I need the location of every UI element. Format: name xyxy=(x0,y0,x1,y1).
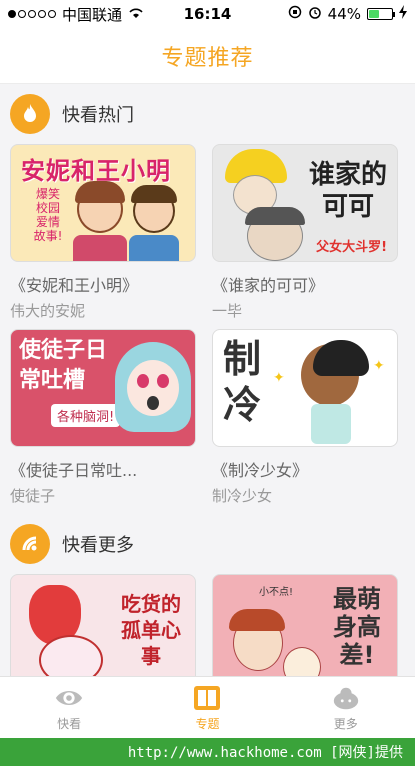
character-body xyxy=(129,235,179,261)
topic-name: 《安妮和王小明》 xyxy=(10,276,139,295)
signal-icon xyxy=(8,10,56,18)
cover-title-text: 制冷 xyxy=(222,337,261,427)
character-hair xyxy=(229,609,285,631)
alarm-icon xyxy=(308,5,322,23)
topic-card[interactable]: 制冷 ✦ ✦ 《制冷少女》 制冷少女 xyxy=(212,329,398,506)
topic-card[interactable]: 吃货的孤单心事 xyxy=(10,574,196,676)
character-body xyxy=(73,235,127,261)
character-hair xyxy=(131,185,177,203)
tab-kuaikan[interactable]: 快看 xyxy=(19,683,119,732)
section-title: 快看更多 xyxy=(62,535,134,556)
cover-title: 制冷 xyxy=(219,336,265,428)
lock-rotation-icon xyxy=(288,5,302,23)
topic-name: 《使徒子日常吐... xyxy=(10,461,138,480)
status-bar: 中国联通 16:14 44% xyxy=(0,0,415,28)
watermark-banner: http://www.hackhome.com [网侠]提供 xyxy=(0,738,415,766)
cover-subtitle: 小不点! xyxy=(259,587,294,598)
wifi-icon xyxy=(128,5,144,23)
section-header-hot: 快看热门 xyxy=(0,84,415,144)
content-area[interactable]: 快看热门 安妮和王小明 爆笑校园爱情故事! 《安妮和王小明》 伟大的安妮 谁家的… xyxy=(0,84,415,676)
nav-bar: 专题推荐 xyxy=(0,28,415,84)
character-eye xyxy=(157,374,169,388)
charging-icon xyxy=(399,5,407,23)
topic-cover[interactable]: 小不点! 最萌身高差! xyxy=(212,574,398,676)
cloud-icon xyxy=(331,683,361,713)
signal-waves-icon xyxy=(10,524,50,564)
character-hair xyxy=(245,207,305,225)
character-body xyxy=(311,404,351,444)
battery-icon xyxy=(367,8,395,20)
topic-author: 伟大的安妮 xyxy=(10,302,86,320)
cover-title: 吃货的孤单心事 xyxy=(121,592,181,668)
tab-label: 专题 xyxy=(195,717,220,731)
topic-cover[interactable]: 安妮和王小明 爆笑校园爱情故事! xyxy=(10,144,196,262)
character-illustration xyxy=(283,647,321,676)
section-header-more: 快看更多 xyxy=(0,514,415,574)
tab-bar: 快看 专题 更多 xyxy=(0,676,415,738)
book-icon xyxy=(192,683,222,713)
topic-author: 制冷少女 xyxy=(212,487,273,505)
topic-cover[interactable]: 制冷 ✦ ✦ xyxy=(212,329,398,447)
status-time: 16:14 xyxy=(183,5,232,23)
topic-name: 《制冷少女》 xyxy=(212,461,309,480)
cover-subtitle: 各种脑洞! xyxy=(51,404,121,427)
tab-label: 更多 xyxy=(333,717,358,731)
cover-title: 谁家的可可 xyxy=(308,160,387,222)
eye-icon xyxy=(54,683,84,713)
cover-title: 最萌身高差! xyxy=(333,585,381,669)
topic-card[interactable]: 安妮和王小明 爆笑校园爱情故事! 《安妮和王小明》 伟大的安妮 xyxy=(10,144,196,321)
character-mouth xyxy=(147,396,159,410)
section-title: 快看热门 xyxy=(62,105,134,126)
cover-subtitle: 父女大斗罗! xyxy=(316,240,387,255)
character-hair xyxy=(75,181,125,203)
carrier-label: 中国联通 xyxy=(62,5,123,24)
sparkle-icon: ✦ xyxy=(373,358,385,374)
topic-author: 使徒子 xyxy=(10,487,56,505)
flame-icon xyxy=(10,94,50,134)
topic-author: 一毕 xyxy=(212,302,243,320)
tab-more[interactable]: 更多 xyxy=(296,683,396,732)
topic-card[interactable]: 使徒子日常吐槽 各种脑洞! 《使徒子日常吐... 使徒子 xyxy=(10,329,196,506)
topic-card[interactable]: 小不点! 最萌身高差! xyxy=(212,574,398,676)
character-illustration xyxy=(39,635,103,676)
tab-label: 快看 xyxy=(57,717,82,731)
topic-cover[interactable]: 谁家的可可 父女大斗罗! xyxy=(212,144,398,262)
character-eye xyxy=(137,374,149,388)
cover-title: 使徒子日常吐槽 xyxy=(19,338,108,393)
sparkle-icon: ✦ xyxy=(273,370,285,386)
topic-cover[interactable]: 使徒子日常吐槽 各种脑洞! xyxy=(10,329,196,447)
topic-card[interactable]: 谁家的可可 父女大斗罗! 《谁家的可可》 一毕 xyxy=(212,144,398,321)
battery-percent: 44% xyxy=(327,5,361,23)
cover-tag: 爆笑校园爱情故事! xyxy=(33,187,63,243)
tab-topics[interactable]: 专题 xyxy=(157,683,257,732)
topic-name: 《谁家的可可》 xyxy=(212,276,325,295)
topic-cover[interactable]: 吃货的孤单心事 xyxy=(10,574,196,676)
page-title: 专题推荐 xyxy=(161,45,254,71)
